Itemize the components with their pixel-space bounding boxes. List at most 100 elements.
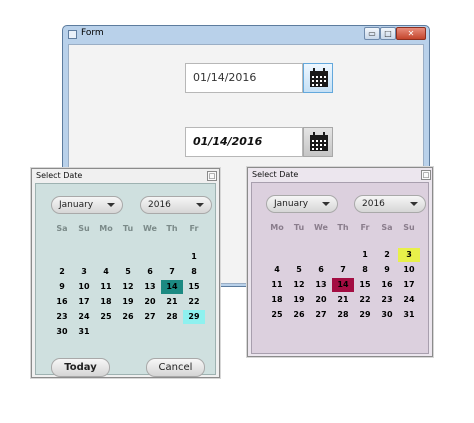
calendar-day[interactable]: 28 xyxy=(332,308,354,322)
date-field-2[interactable]: 01/14/2016 xyxy=(185,127,303,157)
calendar-day[interactable]: 20 xyxy=(310,293,332,307)
cancel-button[interactable]: Cancel xyxy=(146,358,205,377)
weekday-header: Mo xyxy=(270,223,284,232)
calendar-day[interactable]: 28 xyxy=(161,310,183,324)
calendar-day[interactable]: 29 xyxy=(183,310,205,324)
calendar-day[interactable]: 14 xyxy=(161,280,183,294)
calendar-day[interactable]: 26 xyxy=(288,308,310,322)
calendar-day[interactable]: 16 xyxy=(51,295,73,309)
calendar-day[interactable]: 10 xyxy=(73,280,95,294)
calendar-day[interactable]: 1 xyxy=(183,250,205,264)
calendar-day[interactable]: 3 xyxy=(73,265,95,279)
year-selector[interactable]: 2016 xyxy=(354,195,426,213)
calendar-day[interactable]: 18 xyxy=(95,295,117,309)
calendar-day[interactable]: 11 xyxy=(266,278,288,292)
month-label: January xyxy=(274,199,309,209)
calendar-day[interactable]: 9 xyxy=(376,263,398,277)
calendar-day[interactable]: 31 xyxy=(398,308,420,322)
maximize-button[interactable]: □ xyxy=(380,27,396,40)
calendar-day[interactable]: 22 xyxy=(354,293,376,307)
calendar-icon xyxy=(310,132,328,151)
weekday-header: Mo xyxy=(99,224,113,233)
month-label: January xyxy=(59,200,94,210)
close-button[interactable]: ✕ xyxy=(396,27,426,40)
calendar-day[interactable]: 17 xyxy=(73,295,95,309)
calendar-day[interactable]: 30 xyxy=(51,325,73,339)
calendar-day[interactable]: 31 xyxy=(73,325,95,339)
calendar-day[interactable]: 7 xyxy=(332,263,354,277)
calendar-day[interactable]: 9 xyxy=(51,280,73,294)
calendar-day[interactable]: 4 xyxy=(266,263,288,277)
weekday-header: Th xyxy=(166,224,178,233)
chevron-down-icon xyxy=(107,203,115,207)
calendar-day[interactable]: 20 xyxy=(139,295,161,309)
weekday-header: We xyxy=(143,224,157,233)
calendar-day[interactable]: 10 xyxy=(398,263,420,277)
calendar-day[interactable]: 11 xyxy=(95,280,117,294)
calendar-day[interactable]: 16 xyxy=(376,278,398,292)
date-field-1[interactable]: 01/14/2016 xyxy=(185,63,303,93)
app-icon xyxy=(68,30,77,39)
calendar-button-1[interactable] xyxy=(303,63,333,93)
calendar-day[interactable]: 3 xyxy=(398,248,420,262)
today-button[interactable]: Today xyxy=(51,358,110,377)
form-title-bar[interactable]: Form ▭ □ ✕ xyxy=(63,26,429,43)
weekday-header: Sa xyxy=(56,224,68,233)
calendar-day[interactable]: 21 xyxy=(332,293,354,307)
month-selector[interactable]: January xyxy=(266,195,338,213)
form-title: Form xyxy=(81,28,104,38)
popup-close-button[interactable]: □ xyxy=(207,171,217,181)
calendar-panel: January 2016 Mo Tu We Th Fr Sa Su 1 2 3 4 5 6 7 8 9 10 11… xyxy=(251,182,429,354)
chevron-down-icon xyxy=(196,203,204,207)
calendar-day[interactable]: 27 xyxy=(310,308,332,322)
calendar-day[interactable]: 15 xyxy=(354,278,376,292)
calendar-day[interactable]: 17 xyxy=(398,278,420,292)
minimize-button[interactable]: ▭ xyxy=(364,27,380,40)
popup-close-button[interactable]: □ xyxy=(421,170,431,180)
date-picker-popup-right: Select Date □ January 2016 Mo Tu We Th Fr Sa S… xyxy=(247,167,433,357)
calendar-day[interactable]: 13 xyxy=(139,280,161,294)
calendar-day[interactable]: 25 xyxy=(266,308,288,322)
weekday-header: Su xyxy=(78,224,90,233)
calendar-day[interactable]: 2 xyxy=(376,248,398,262)
calendar-button-2[interactable] xyxy=(303,127,333,157)
calendar-day[interactable]: 26 xyxy=(117,310,139,324)
calendar-day[interactable]: 25 xyxy=(95,310,117,324)
calendar-day[interactable]: 6 xyxy=(310,263,332,277)
calendar-day[interactable]: 5 xyxy=(288,263,310,277)
month-selector[interactable]: January xyxy=(51,196,123,214)
calendar-day[interactable]: 4 xyxy=(95,265,117,279)
calendar-day[interactable]: 1 xyxy=(354,248,376,262)
calendar-day[interactable]: 24 xyxy=(398,293,420,307)
calendar-day[interactable]: 18 xyxy=(266,293,288,307)
calendar-day[interactable]: 30 xyxy=(376,308,398,322)
calendar-day[interactable]: 14 xyxy=(332,278,354,292)
calendar-day[interactable]: 8 xyxy=(354,263,376,277)
calendar-day[interactable]: 23 xyxy=(376,293,398,307)
chevron-down-icon xyxy=(410,202,418,206)
calendar-day[interactable]: 2 xyxy=(51,265,73,279)
calendar-day[interactable]: 7 xyxy=(161,265,183,279)
year-selector[interactable]: 2016 xyxy=(140,196,212,214)
calendar-panel: January 2016 Sa Su Mo Tu We Th Fr 1 2 3 4 5 6 7 8 9 10 11… xyxy=(35,183,216,377)
calendar-day[interactable]: 12 xyxy=(117,280,139,294)
calendar-day[interactable]: 29 xyxy=(354,308,376,322)
calendar-day[interactable]: 19 xyxy=(288,293,310,307)
weekday-header: Sa xyxy=(381,223,393,232)
year-label: 2016 xyxy=(362,199,385,209)
calendar-day[interactable]: 12 xyxy=(288,278,310,292)
calendar-day[interactable]: 13 xyxy=(310,278,332,292)
weekday-header: Tu xyxy=(122,224,134,233)
calendar-day[interactable]: 23 xyxy=(51,310,73,324)
calendar-day[interactable]: 21 xyxy=(161,295,183,309)
calendar-day[interactable]: 15 xyxy=(183,280,205,294)
calendar-day[interactable]: 8 xyxy=(183,265,205,279)
calendar-day[interactable]: 27 xyxy=(139,310,161,324)
calendar-day[interactable]: 22 xyxy=(183,295,205,309)
popup-title: Select Date xyxy=(36,171,83,180)
calendar-day[interactable]: 19 xyxy=(117,295,139,309)
calendar-day[interactable]: 24 xyxy=(73,310,95,324)
calendar-day[interactable]: 6 xyxy=(139,265,161,279)
date-picker-popup-left: Select Date □ January 2016 Sa Su Mo Tu We Th F… xyxy=(31,168,220,378)
calendar-day[interactable]: 5 xyxy=(117,265,139,279)
